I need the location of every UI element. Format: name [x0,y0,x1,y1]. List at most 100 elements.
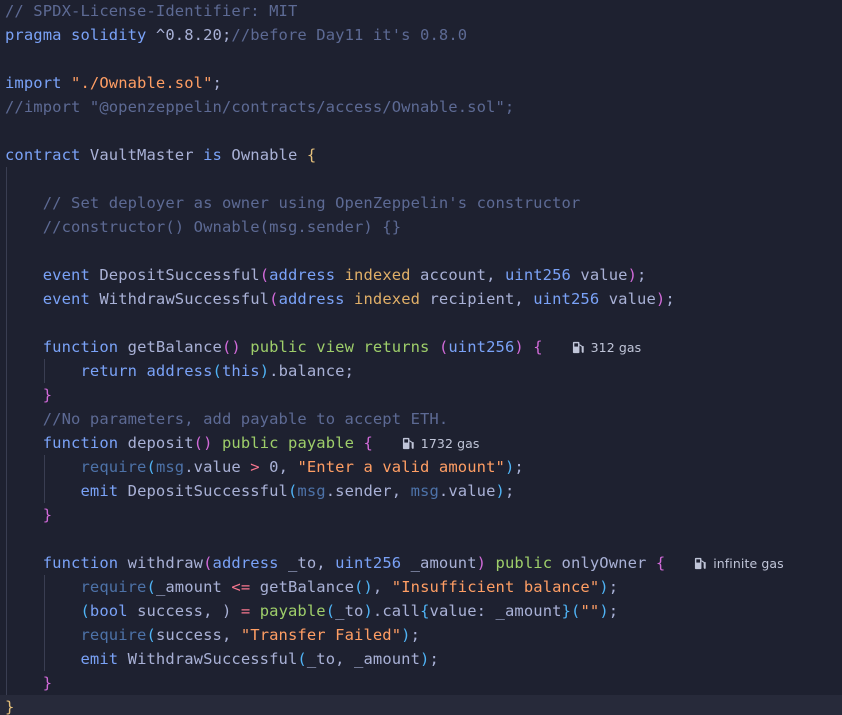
code-line[interactable]: //import "@openzeppelin/contracts/access… [0,95,842,119]
code-token: payable [259,602,326,620]
code-token: deposit [118,434,194,452]
code-line[interactable]: event WithdrawSuccessful(address indexed… [0,287,842,311]
code-line[interactable]: //No parameters, add payable to accept E… [0,407,842,431]
code-token: uint256 [504,266,571,284]
gas-estimate-lens[interactable]: 1732 gas [402,436,480,451]
code-token: address [146,362,213,380]
code-token: ( [146,458,156,476]
gas-estimate-lens[interactable]: infinite gas [694,556,784,571]
code-line[interactable]: pragma solidity ^0.8.20;//before Day11 i… [0,23,842,47]
code-token: VaultMaster [80,146,204,164]
code-token: //import "@openzeppelin/contracts/access… [5,98,515,116]
gas-estimate-lens[interactable]: 312 gas [572,340,642,355]
code-token: recipient, [420,290,534,308]
code-token: pragma [5,26,62,44]
code-token: value [570,266,628,284]
code-line[interactable]: // Set deployer as owner using OpenZeppe… [0,191,842,215]
code-token: ) [599,602,609,620]
code-token: solidity [71,26,147,44]
code-token: _to, _amount [306,650,421,668]
code-token: ( [212,362,222,380]
code-line[interactable]: // SPDX-License-Identifier: MIT [0,0,842,23]
code-token: event [42,266,90,284]
code-line[interactable]: contract VaultMaster is Ownable { [0,143,842,167]
code-line[interactable]: return address(this).balance; [0,359,842,383]
code-line[interactable]: //constructor() Ownable(msg.sender) {} [0,215,842,239]
code-line[interactable] [0,119,842,143]
code-token: ( [287,482,298,500]
code-token: } [42,674,53,692]
fuel-pump-icon [572,341,584,354]
code-line[interactable] [0,167,842,191]
code-line[interactable]: require(success, "Transfer Failed"); [0,623,842,647]
code-token: ) [495,482,505,500]
code-token: DepositSuccessful [118,482,288,500]
code-line[interactable] [0,239,842,263]
code-line[interactable]: function deposit() public payable { 1732… [0,431,842,455]
code-token: ( [146,578,156,596]
code-token: ( [438,338,449,356]
code-line[interactable]: event DepositSuccessful(address indexed … [0,263,842,287]
code-token: function [42,554,119,572]
code-token: 0, [259,458,298,476]
code-token: .value [184,458,251,476]
code-token: _to, [278,554,336,572]
code-token: getBalance [250,578,355,596]
code-token: ; [212,74,222,92]
code-editor[interactable]: // SPDX-License-Identifier: MIT pragma so… [0,0,842,715]
code-token: //No parameters, add payable to accept E… [42,410,449,428]
code-line[interactable]: (bool success, ) = payable(_to).call{val… [0,599,842,623]
code-line[interactable]: emit DepositSuccessful(msg.sender, msg.v… [0,479,842,503]
code-token: this [221,362,260,380]
code-token: { [363,434,373,452]
code-token: ) [514,338,524,356]
code-line[interactable]: function withdraw(address _to, uint256 _… [0,551,842,575]
code-token: value: _amount [429,602,562,620]
code-token: ; [665,290,675,308]
code-line[interactable]: } [0,695,842,715]
code-token: ; [429,650,439,668]
code-line[interactable]: } [0,383,842,407]
code-line[interactable] [0,311,842,335]
code-token: ; [608,602,619,620]
code-line[interactable]: import "./Ownable.sol"; [0,71,842,95]
code-token: "./Ownable.sol" [71,74,213,92]
code-token: is [203,146,222,164]
code-token: value [599,290,656,308]
code-line[interactable]: require(msg.value > 0, "Enter a valid am… [0,455,842,479]
code-line[interactable]: emit WithdrawSuccessful(_to, _amount); [0,647,842,671]
code-token: address [278,290,345,308]
code-line[interactable] [0,527,842,551]
code-token: } [42,386,53,404]
code-token: <= [231,578,251,596]
code-token: payable [288,434,355,452]
code-line[interactable] [0,47,842,71]
code-token: ( [259,266,270,284]
code-line[interactable]: require(_amount <= getBalance(), "Insuff… [0,575,842,599]
fuel-pump-icon [402,437,414,450]
code-token: ) [363,602,373,620]
code-line[interactable]: } [0,671,842,695]
code-token: Ownable [221,146,307,164]
code-token: ; [410,626,421,644]
code-line[interactable]: function getBalance() public view return… [0,335,842,359]
code-token: //constructor() Ownable(msg.sender) {} [42,218,402,236]
code-token: DepositSuccessful [89,266,260,284]
code-token: ) [627,266,638,284]
code-line[interactable]: } [0,503,842,527]
code-token: emit [80,482,119,500]
code-token: ( [297,650,307,668]
